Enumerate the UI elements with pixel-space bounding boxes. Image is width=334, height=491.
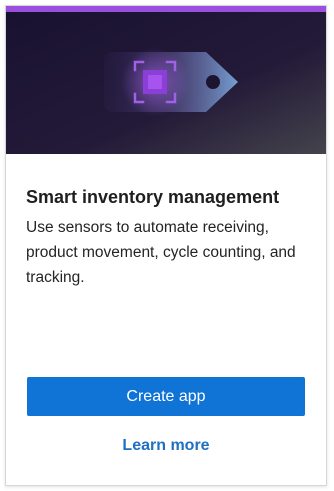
create-app-button[interactable]: Create app [27,377,305,416]
hero-svg [6,12,326,154]
card-hero-illustration [6,12,326,154]
scan-frame-icon [121,48,189,116]
card-description: Use sensors to automate receiving, produ… [26,219,296,286]
card-title: Smart inventory management [26,187,280,207]
template-card: Smart inventory management Use sensors t… [5,5,327,486]
learn-more-link[interactable]: Learn more [6,437,326,455]
